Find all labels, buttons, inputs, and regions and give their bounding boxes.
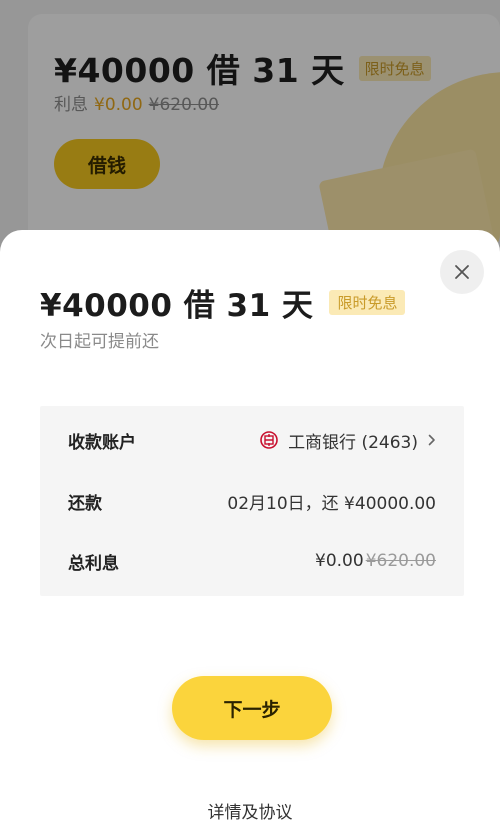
repay-row: 还款 02月10日，还 ¥40000.00 xyxy=(68,489,436,514)
total-interest-original: ¥620.00 xyxy=(365,551,436,571)
account-value-group: 工商银行 (2463) xyxy=(260,428,436,453)
close-icon xyxy=(454,264,470,280)
icbc-bank-icon xyxy=(260,431,278,449)
sheet-subtitle: 次日起可提前还 xyxy=(40,332,159,352)
interest-row: 总利息 ¥0.00 ¥620.00 xyxy=(68,549,436,574)
next-step-button[interactable]: 下一步 xyxy=(172,676,332,740)
repay-value: 02月10日，还 ¥40000.00 xyxy=(227,493,436,514)
confirm-sheet: ¥40000 借 31 天 限时免息 次日起可提前还 收款账户 工商银行 (24… xyxy=(0,230,500,832)
sheet-title-row: ¥40000 借 31 天 限时免息 xyxy=(40,280,406,325)
account-value: 工商银行 (2463) xyxy=(288,432,418,453)
repay-label: 还款 xyxy=(68,493,102,514)
account-row[interactable]: 收款账户 工商银行 (2463) xyxy=(68,428,436,453)
account-label: 收款账户 xyxy=(68,432,136,453)
loan-info-box: 收款账户 工商银行 (2463) 还款 02月10日，还 ¥40000.00 总… xyxy=(40,406,464,596)
chevron-right-icon xyxy=(428,434,436,446)
close-button[interactable] xyxy=(440,250,484,294)
details-agreement-link[interactable]: 详情及协议 xyxy=(0,798,500,823)
total-interest-value: ¥0.00 xyxy=(315,551,364,571)
total-interest-label: 总利息 xyxy=(68,553,119,574)
sheet-title: ¥40000 借 31 天 xyxy=(40,288,314,324)
total-interest-value-group: ¥0.00 ¥620.00 xyxy=(315,551,436,571)
interest-free-badge: 限时免息 xyxy=(329,290,406,315)
